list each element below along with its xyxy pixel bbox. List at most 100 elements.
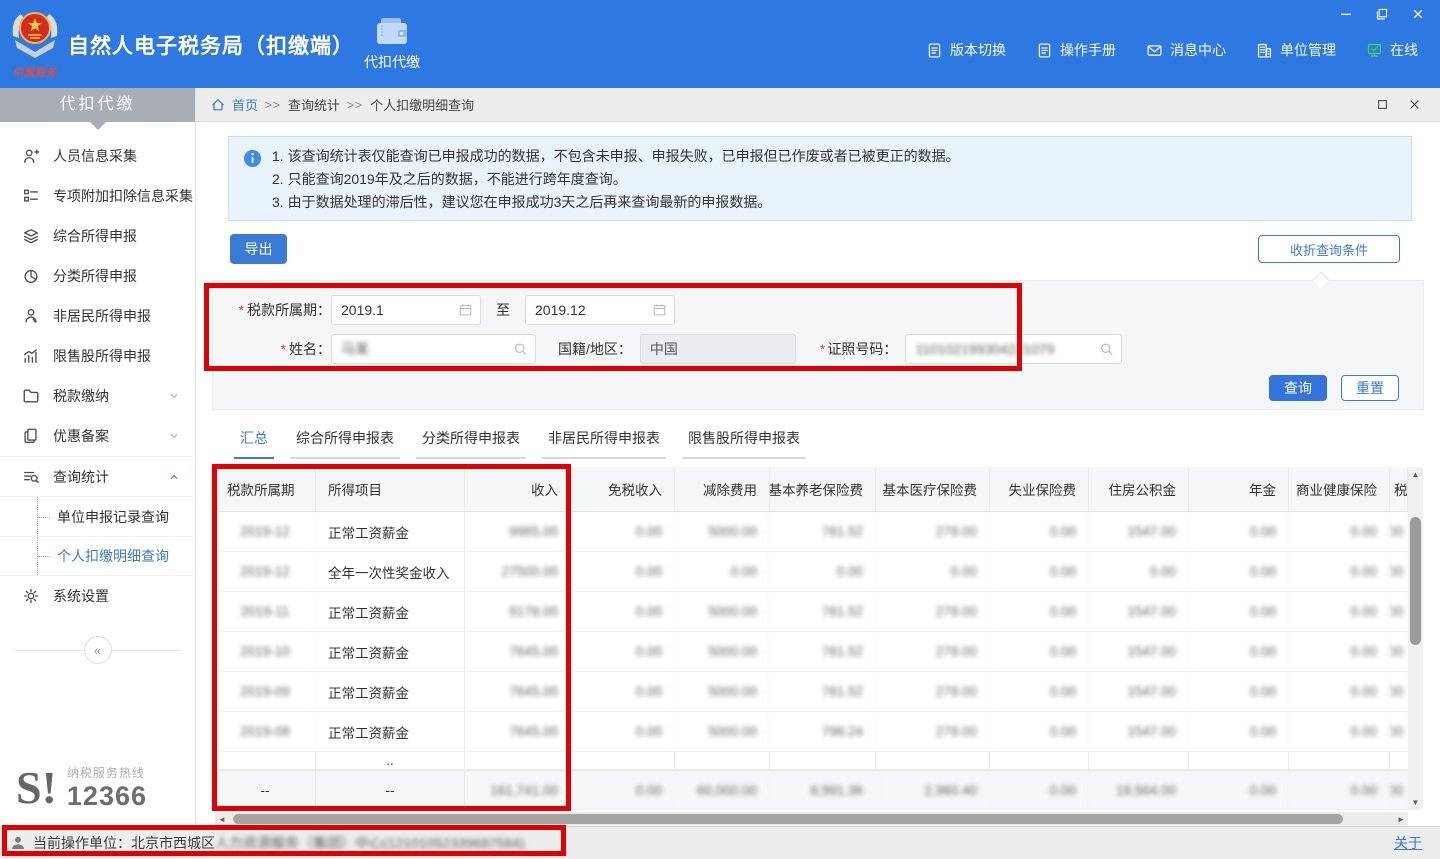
export-button[interactable]: 导出	[230, 234, 287, 264]
scroll-down-icon[interactable]: ▼	[1408, 795, 1423, 810]
main-panel: 首页 >> 查询统计 >> 个人扣缴明细查询 1. 该查询统计表仅能查询已申报成…	[196, 88, 1440, 826]
search-icon[interactable]	[513, 342, 528, 357]
cell-total-value-3: 8,991.36	[770, 771, 876, 809]
table-row-4[interactable]: 2019-09正常工资薪金7645.000.005000.00761.52279…	[215, 672, 1408, 712]
sidebar-subitem-unit-declare-record-query[interactable]: 单位申报记录查询	[0, 496, 195, 536]
period-label: *税款所属期：	[213, 300, 331, 320]
cell-value-1: 0.00	[571, 712, 675, 751]
cell-value-6: 1547.00	[1089, 712, 1189, 751]
scroll-up-icon[interactable]: ▲	[1408, 467, 1423, 482]
titlebar-menu-label: 版本切换	[950, 40, 1006, 60]
cell-total-value-5: 0.00	[990, 771, 1089, 809]
table-row-2[interactable]: 2019-11正常工资薪金9178.000.005000.00761.52279…	[215, 592, 1408, 632]
column-header-9: 年金	[1189, 467, 1289, 511]
cell-empty	[465, 752, 571, 769]
sidebar-collapse-button[interactable]: «	[84, 636, 112, 664]
nationality-input[interactable]: 中国	[640, 334, 796, 364]
panel-maximize-icon[interactable]	[1376, 98, 1390, 112]
name-input[interactable]: 马某	[331, 334, 536, 364]
chevron-down-icon	[167, 429, 181, 443]
cell-period: 2019-11	[215, 592, 316, 631]
cell-value-7: 0.00	[1189, 672, 1289, 711]
window-minimize-icon[interactable]	[1338, 6, 1354, 22]
hotline-mark: S!	[16, 765, 57, 811]
sidebar-item-tax-payment[interactable]: 税款缴纳	[0, 376, 195, 416]
window-restore-icon[interactable]	[1374, 6, 1390, 22]
sidebar-item-nonresident-income[interactable]: 非居民所得申报	[0, 296, 195, 336]
nationality-label: 国籍/地区：	[558, 339, 632, 359]
sidebar-item-classified-income[interactable]: 分类所得申报	[0, 256, 195, 296]
scroll-right-icon[interactable]: ►	[1394, 812, 1408, 826]
collapse-query-button[interactable]: 收折查询条件	[1258, 235, 1400, 263]
scroll-left-icon[interactable]: ◄	[215, 812, 229, 826]
reset-button[interactable]: 重置	[1341, 375, 1399, 401]
cell-value-1: 0.00	[571, 592, 675, 631]
horizontal-scrollbar[interactable]: ◄ ►	[215, 812, 1408, 826]
period-to-input[interactable]: 2019.12	[525, 295, 675, 325]
sidebar-item-preferential-filing[interactable]: 优惠备案	[0, 416, 195, 456]
tab-report-3[interactable]: 非居民所得申报表	[542, 428, 666, 459]
table-row-3[interactable]: 2019-10正常工资薪金7645.000.005000.00761.52279…	[215, 632, 1408, 672]
vertical-scrollbar[interactable]: ▲ ▼	[1408, 467, 1423, 810]
column-header-1: 所得项目	[316, 467, 465, 511]
table-total-row: ----161,741.000.0060,000.008,991.362,960…	[215, 770, 1408, 810]
cell-value-6: 1547.00	[1089, 672, 1189, 711]
current-unit-prefix: 当前操作单位：	[33, 833, 131, 853]
cell-value-8: 0.00	[1289, 712, 1390, 751]
period-from-input[interactable]: 2019.1	[331, 295, 481, 325]
breadcrumb-separator: >>	[347, 98, 363, 112]
notice-lines: 1. 该查询统计表仅能查询已申报成功的数据，不包含未申报、申报失败，已申报但已作…	[272, 145, 960, 212]
sidebar-item-label: 人员信息采集	[53, 146, 137, 166]
titlebar-menu-unit-management[interactable]: 单位管理	[1256, 40, 1336, 60]
tab-summary[interactable]: 汇总	[234, 428, 274, 459]
search-icon[interactable]	[1099, 342, 1114, 357]
statusbar: 当前操作单位： 北京市西城区 人力资源服务（集团）中心(121010523396…	[0, 826, 1440, 859]
cell-value-0: 7645.00	[465, 632, 571, 671]
cell-value-9: 0.00	[1390, 672, 1408, 711]
about-link[interactable]: 关于	[1394, 833, 1422, 853]
sidebar-item-comprehensive-income[interactable]: 综合所得申报	[0, 216, 195, 256]
sidebar-item-query-statistics[interactable]: 查询统计	[0, 456, 195, 496]
tab-report-4[interactable]: 限售股所得申报表	[682, 428, 806, 459]
sidebar-item-special-deduction[interactable]: 专项附加扣除信息采集	[0, 176, 195, 216]
column-header-0: 税款所属期	[215, 467, 316, 511]
sidebar-item-label: 分类所得申报	[53, 266, 137, 286]
cell-empty	[770, 752, 876, 769]
table-row-5[interactable]: 2019-08正常工资薪金7645.000.005000.00798.24279…	[215, 712, 1408, 752]
query-button[interactable]: 查询	[1269, 375, 1327, 401]
titlebar-menu-message-center[interactable]: 消息中心	[1146, 40, 1226, 60]
table-row-0[interactable]: 2019-12正常工资薪金9985.000.005000.00761.52279…	[215, 512, 1408, 552]
horizontal-scroll-thumb[interactable]	[233, 814, 1343, 824]
sidebar-item-restricted-stock[interactable]: 限售股所得申报	[0, 336, 195, 376]
tab-report-2[interactable]: 分类所得申报表	[416, 428, 526, 459]
window-close-icon[interactable]	[1410, 6, 1426, 22]
titlebar-menu-version-switch[interactable]: 版本切换	[926, 40, 1006, 60]
cell-value-4: 279.00	[876, 672, 990, 711]
titlebar-menu-manual[interactable]: 操作手册	[1036, 40, 1116, 60]
breadcrumb-home[interactable]: 首页	[232, 95, 258, 114]
cell-value-3: 761.52	[770, 672, 876, 711]
cell-value-4: 279.00	[876, 592, 990, 631]
id-number-input[interactable]: 110102199304221079	[905, 334, 1122, 364]
cell-value-7: 0.00	[1189, 712, 1289, 751]
cell-value-6: 1547.00	[1089, 512, 1189, 551]
table-row-1[interactable]: 2019-12全年一次性奖金收入27500.000.000.000.000.00…	[215, 552, 1408, 592]
module-tab-withholding[interactable]: 代扣代缴	[346, 0, 438, 88]
sidebar-item-label: 查询统计	[53, 467, 109, 487]
cell-partial-ellipsis: ..	[316, 752, 465, 769]
sidebar-subitem-personal-withholding-detail-query[interactable]: 个人扣缴明细查询	[0, 536, 195, 576]
column-header-11: 税	[1390, 467, 1408, 511]
cell-value-9: 0.00	[1390, 592, 1408, 631]
tab-report-1[interactable]: 综合所得申报表	[290, 428, 400, 459]
cell-value-8: 0.00	[1289, 512, 1390, 551]
cell-value-3: 761.52	[770, 632, 876, 671]
window-controls	[1338, 6, 1426, 22]
sidebar-item-personnel-info[interactable]: 人员信息采集	[0, 136, 195, 176]
calendar-icon	[458, 303, 473, 318]
cell-value-5: 0.00	[990, 632, 1089, 671]
titlebar-menu-online-status[interactable]: 在线	[1366, 40, 1418, 60]
panel-close-icon[interactable]	[1408, 98, 1422, 112]
vertical-scroll-thumb[interactable]	[1410, 517, 1421, 645]
cell-value-0: 27500.00	[465, 552, 571, 591]
sidebar-item-system-settings[interactable]: 系统设置	[0, 576, 195, 616]
